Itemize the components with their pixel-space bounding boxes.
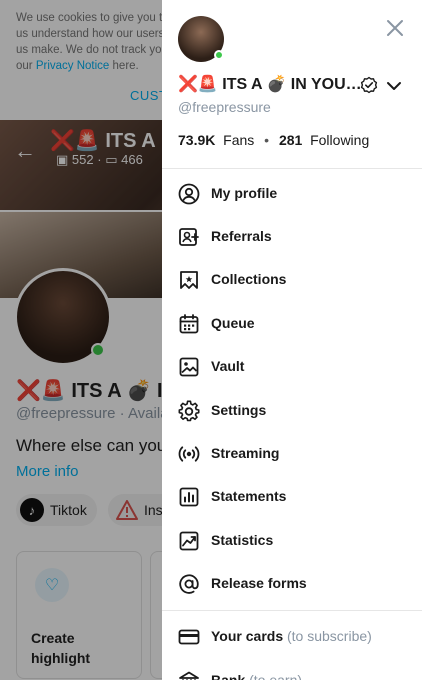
menu-item-label: My profile — [211, 185, 278, 201]
menu-item-statistics[interactable]: Statistics — [162, 520, 422, 560]
your-cards-label: Your cards — [211, 628, 284, 644]
bank-icon — [178, 670, 200, 680]
referrals-icon — [178, 226, 200, 248]
following-label: Following — [310, 132, 370, 148]
menu-item-vault[interactable]: Vault — [162, 346, 422, 386]
following-count: 281 — [278, 132, 303, 148]
menu-item-label: Collections — [211, 271, 287, 287]
fans-link[interactable]: 73.9K Fans — [178, 132, 254, 148]
online-status-dot — [214, 50, 224, 60]
verified-icon — [360, 76, 378, 94]
calendar-icon — [178, 313, 200, 335]
menu-item-settings[interactable]: Settings — [162, 390, 422, 430]
statements-icon — [178, 486, 200, 508]
menu-item-referrals[interactable]: Referrals — [162, 216, 422, 256]
divider — [162, 168, 422, 169]
menu-item-label: Release forms — [211, 575, 307, 591]
fans-label: Fans — [223, 132, 255, 148]
card-icon — [178, 626, 200, 648]
menu-item-label: Settings — [211, 402, 267, 418]
user-circle-icon — [178, 183, 200, 205]
menu-item-label: Queue — [211, 315, 255, 331]
menu-item-label: Statistics — [211, 532, 274, 548]
menu-item-statements[interactable]: Statements — [162, 476, 422, 516]
bank-note: (to earn) — [249, 672, 303, 680]
image-icon — [178, 356, 200, 378]
divider — [162, 610, 422, 611]
at-sign-icon — [178, 573, 200, 595]
gear-icon — [178, 400, 200, 422]
bank-label: Bank — [211, 672, 246, 680]
statistics-icon — [178, 530, 200, 552]
following-link[interactable]: 281 Following — [279, 132, 369, 148]
menu-item-label: Streaming — [211, 445, 280, 461]
side-menu-drawer: ❌🚨 ITS A 💣 IN YOU… @freepressure 73.9K F… — [162, 0, 422, 680]
drawer-display-name: ❌🚨 ITS A 💣 IN YOU… — [178, 76, 362, 93]
close-icon[interactable] — [384, 17, 406, 39]
collections-icon — [178, 269, 200, 291]
fans-count: 73.9K — [178, 132, 216, 148]
stats-separator: • — [264, 132, 270, 148]
menu-item-label: Vault — [211, 358, 245, 374]
menu-item-queue[interactable]: Queue — [162, 303, 422, 343]
menu-item-your-cards[interactable]: Your cards (to subscribe) — [162, 616, 422, 656]
follow-stats: 73.9K Fans • 281 Following — [178, 132, 369, 148]
menu-item-release-forms[interactable]: Release forms — [162, 563, 422, 603]
menu-item-streaming[interactable]: Streaming — [162, 433, 422, 473]
menu-item-collections[interactable]: Collections — [162, 259, 422, 299]
your-cards-note: (to subscribe) — [287, 628, 372, 644]
menu-item-my-profile[interactable]: My profile — [162, 173, 422, 213]
menu-item-label: Referrals — [211, 228, 272, 244]
menu-item-bank[interactable]: Bank (to earn) — [162, 660, 422, 680]
chevron-down-icon[interactable] — [386, 78, 402, 94]
menu-item-label: Your cards (to subscribe) — [211, 628, 372, 644]
menu-item-label: Statements — [211, 488, 287, 504]
drawer-handle: @freepressure — [178, 99, 271, 115]
menu-item-label: Bank (to earn) — [211, 672, 302, 680]
broadcast-icon — [178, 443, 200, 465]
drawer-avatar[interactable] — [178, 16, 224, 62]
